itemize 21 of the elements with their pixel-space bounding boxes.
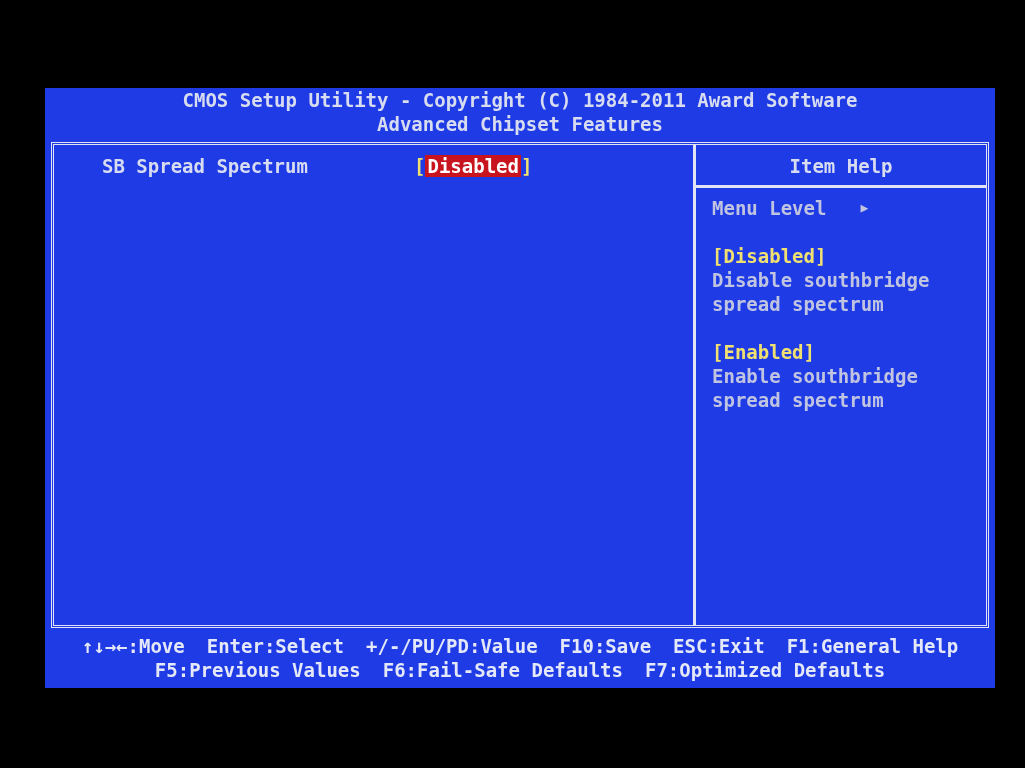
help-title: Item Help [696,145,986,188]
key-hint: +/-/PU/PD:Value [366,634,538,658]
key-hint: F5:Previous Values [154,658,361,682]
help-description: spread spectrum [712,388,885,412]
help-description: spread spectrum [712,292,885,316]
setting-label: SB Spread Spectrum [102,155,309,177]
help-option-name: [Enabled] [712,340,816,364]
key-hint: F10:Save [559,634,652,658]
key-hint: ESC:Exit [673,634,765,658]
key-hint: Enter:Select [206,634,344,658]
screen-title: CMOS Setup Utility - Copyright (C) 1984-2011 Award Software [182,88,858,112]
help-description: Enable southbridge [712,364,919,388]
page-title: Advanced Chipset Features [377,112,663,136]
help-description: Disable southbridge [712,268,931,292]
key-hint: F1:General Help [786,634,959,658]
help-option-name: [Disabled] [712,244,828,268]
menu-level-label: Menu Level [712,196,827,220]
key-hint: ↑↓→←:Move [81,634,185,658]
key-hint: F6:Fail-Safe Defaults [382,658,623,682]
key-hint: F7:Optimized Defaults [644,658,886,682]
menu-level-arrow: ▶ [860,199,869,217]
